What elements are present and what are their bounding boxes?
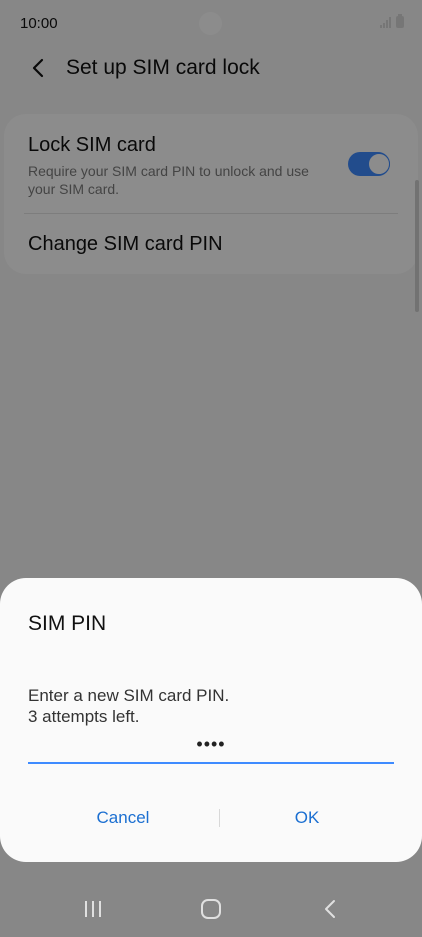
home-button[interactable] [196, 896, 226, 922]
settings-screen: 10:00 Set up SIM card lock Lock SIM card… [0, 0, 422, 937]
dialog-message: Enter a new SIM card PIN. 3 attempts lef… [28, 685, 229, 727]
ok-button[interactable]: OK [217, 796, 397, 840]
dialog-message-line-2: 3 attempts left. [28, 707, 140, 726]
pin-input[interactable]: •••• [28, 732, 394, 764]
home-icon [201, 899, 221, 919]
back-icon [325, 900, 335, 918]
sim-pin-dialog: SIM PIN Enter a new SIM card PIN. 3 atte… [0, 578, 422, 862]
cancel-button[interactable]: Cancel [33, 796, 213, 840]
recent-apps-button[interactable] [79, 896, 109, 922]
navigation-bar [0, 880, 422, 937]
dialog-title: SIM PIN [28, 612, 107, 635]
nav-back-button[interactable] [315, 896, 345, 922]
dialog-message-line-1: Enter a new SIM card PIN. [28, 686, 230, 705]
recent-apps-icon [85, 901, 101, 917]
dialog-buttons: Cancel OK [0, 796, 422, 840]
